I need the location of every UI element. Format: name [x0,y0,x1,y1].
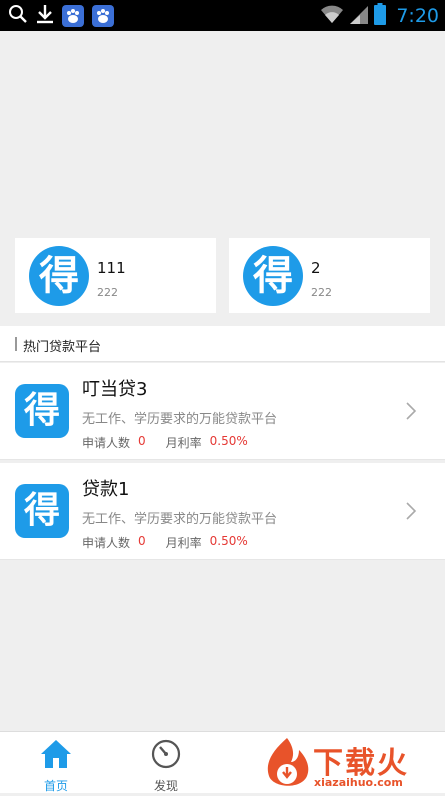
battery-icon [374,3,387,29]
rate-label: 月利率 [165,436,202,450]
applicants-label: 申请人数 [82,436,131,450]
rate-value: 0.50% [209,434,248,448]
watermark-logo: 下载火 xiazaihuo.com [261,736,445,792]
tab-discover[interactable]: 发现 [131,738,201,794]
chevron-right-icon [405,501,417,525]
signal-icon [350,4,369,28]
status-time: 7:20 [396,5,439,27]
loan-description: 无工作、学历要求的万能贷款平台 [82,412,278,427]
platform-logo: 得 [15,384,69,438]
featured-card[interactable]: 得 2 222 [229,238,430,313]
applicants-label: 申请人数 [82,536,131,550]
platform-logo: 得 [15,484,69,538]
loan-name: 贷款1 [82,479,130,500]
status-bar: 7:20 [0,0,445,31]
wifi-icon [320,4,344,28]
platform-logo: 得 [243,246,303,306]
rate-value: 0.50% [209,534,248,548]
loan-name: 叮当贷3 [82,379,148,400]
featured-card-title: 111 [97,259,126,277]
featured-card-subtitle: 222 [311,286,332,299]
home-icon [39,740,73,774]
tab-home-label: 首页 [43,779,68,793]
rate-label: 月利率 [165,536,202,550]
section-title: 热门贷款平台 [23,340,102,355]
loan-list-item[interactable]: 得 叮当贷3 无工作、学历要求的万能贷款平台 申请人数 0 月利率 0.50% [0,363,445,460]
status-left-icons [8,4,114,28]
baidu-icon [62,5,84,27]
compass-icon [149,739,183,774]
loan-description: 无工作、学历要求的万能贷款平台 [82,512,278,527]
logo-char: 得 [39,253,79,299]
applicants-value: 0 [138,434,146,448]
baidu-icon [92,5,114,27]
search-icon [8,4,28,28]
loan-stats: 申请人数 0 月利率 0.50% [82,434,248,451]
logo-char: 得 [253,253,293,299]
banner-area[interactable] [0,31,445,236]
applicants-value: 0 [138,534,146,548]
chevron-right-icon [405,401,417,425]
tab-discover-label: 发现 [153,779,178,793]
flame-icon [261,736,313,796]
section-header: 热门贷款平台 [0,326,445,362]
download-icon [36,4,54,28]
status-right-icons: 7:20 [320,3,439,29]
platform-logo: 得 [29,246,89,306]
featured-row: 得 111 222 得 2 222 [15,238,430,313]
featured-card-subtitle: 222 [97,286,118,299]
tab-home[interactable]: 首页 [21,738,91,794]
logo-char: 得 [23,390,60,431]
featured-card-title: 2 [311,259,321,277]
featured-card[interactable]: 得 111 222 [15,238,216,313]
loan-stats: 申请人数 0 月利率 0.50% [82,534,248,551]
logo-char: 得 [23,490,60,531]
watermark-url: xiazaihuo.com [314,776,403,789]
loan-list-item[interactable]: 得 贷款1 无工作、学历要求的万能贷款平台 申请人数 0 月利率 0.50% [0,463,445,560]
section-marker [15,337,17,351]
